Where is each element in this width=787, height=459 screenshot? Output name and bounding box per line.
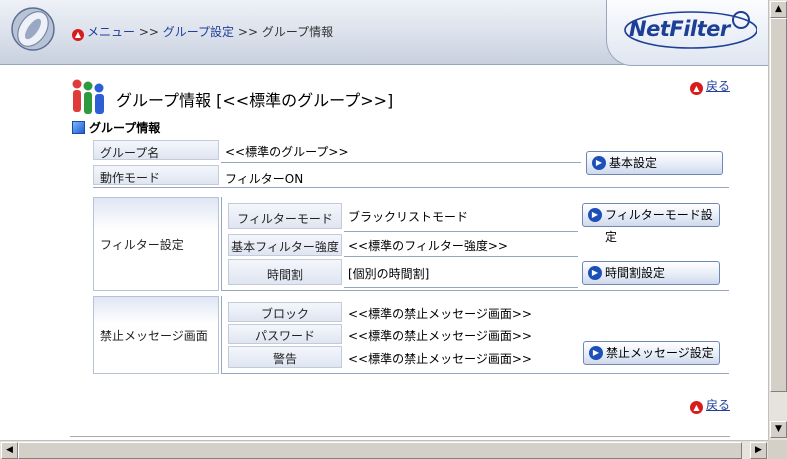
red-up-arrow-icon: ▲ [72,29,84,41]
block-divider [221,290,729,291]
down-arrow-icon[interactable]: ▼ [770,421,787,438]
blue-right-arrow-icon: ▶ [589,346,603,360]
back-link-top[interactable]: ▲ 戻る [690,77,730,95]
section-square-icon [72,121,85,134]
breadcrumb-menu-link[interactable]: メニュー [87,25,135,39]
group-people-icon [72,79,104,114]
row-divider [344,287,578,288]
block-label: ブロック [228,302,342,322]
blue-right-arrow-icon: ▶ [592,156,606,170]
back-link-bottom[interactable]: ▲ 戻る [690,396,730,414]
warning-value: <<標準の禁止メッセージ画面>> [348,352,532,366]
scrollbar-corner [768,440,787,459]
group-name-label: グループ名 [93,140,219,160]
blue-right-arrow-icon: ▶ [588,208,602,222]
basic-strength-label: 基本フィルター強度 [228,234,342,256]
basic-strength-value: <<標準のフィルター強度>> [348,239,508,253]
filter-mode-settings-button[interactable]: ▶ フィルターモード設定 [582,203,720,244]
page-title: グループ情報 [<<標準のグループ>>] [116,91,394,110]
warning-label: 警告 [228,346,342,368]
filter-mode-settings-button-label: フィルターモード設定 [605,208,713,244]
section-title-text: グループ情報 [89,121,161,135]
action-mode-value: フィルターON [225,172,304,186]
timetable-value: [個別の時間割] [348,267,430,281]
horizontal-scroll-thumb[interactable] [18,442,742,459]
brand-logo-text: NetFilter [629,17,730,41]
breadcrumb-current: グループ情報 [261,25,334,39]
row-divider [221,162,581,163]
section-title: グループ情報 [72,119,160,136]
row-divider [93,187,729,188]
block-value: <<標準の禁止メッセージ画面>> [348,307,532,321]
brand-tab: NetFilter [606,0,768,66]
breadcrumb-separator: >> [138,25,159,39]
up-arrow-icon[interactable]: ▲ [770,1,787,18]
timetable-label: 時間割 [228,259,342,285]
block-divider [221,373,729,374]
filter-settings-label: フィルター設定 [93,197,219,291]
timetable-settings-button-label: 時間割設定 [605,266,666,280]
page-viewport: ▲ メニュー >> グループ設定 >> グループ情報 NetFilter ▲ 戻る … [0,0,768,440]
block-divider-vertical [221,197,222,291]
basic-settings-button[interactable]: ▶ 基本設定 [586,151,723,175]
right-arrow-icon[interactable]: ▶ [750,442,767,459]
action-mode-label: 動作モード [93,165,219,185]
back-link-label: 戻る [706,79,731,93]
blue-right-arrow-icon: ▶ [588,266,602,280]
filter-mode-value: ブラックリストモード [348,210,469,224]
block-message-settings-button[interactable]: ▶ 禁止メッセージ設定 [583,341,720,365]
back-link-label: 戻る [706,398,731,412]
breadcrumb: ▲ メニュー >> グループ設定 >> グループ情報 [72,23,333,41]
password-value: <<標準の禁止メッセージ画面>> [348,329,532,343]
left-arrow-icon[interactable]: ◀ [1,442,18,459]
red-up-arrow-icon: ▲ [690,82,703,95]
breadcrumb-group-settings-link[interactable]: グループ設定 [163,25,234,39]
group-name-value: <<標準のグループ>> [225,145,349,159]
block-message-label: 禁止メッセージ画面 [93,296,219,374]
breadcrumb-separator: >> [237,25,258,39]
block-message-settings-button-label: 禁止メッセージ設定 [606,346,714,360]
row-divider [344,256,578,257]
filter-mode-label: フィルターモード [228,203,342,229]
basic-settings-button-label: 基本設定 [609,156,658,170]
vertical-scrollbar[interactable]: ▲ ▼ [768,0,787,440]
password-label: パスワード [228,324,342,344]
vertical-scroll-thumb[interactable] [770,18,787,392]
row-divider [344,231,578,232]
disc-logo-icon [11,7,55,51]
timetable-settings-button[interactable]: ▶ 時間割設定 [582,261,720,285]
red-up-arrow-icon: ▲ [690,401,703,414]
block-divider-vertical [221,296,222,374]
horizontal-scrollbar[interactable]: ◀ ▶ [0,440,768,459]
footer-divider [70,436,730,437]
